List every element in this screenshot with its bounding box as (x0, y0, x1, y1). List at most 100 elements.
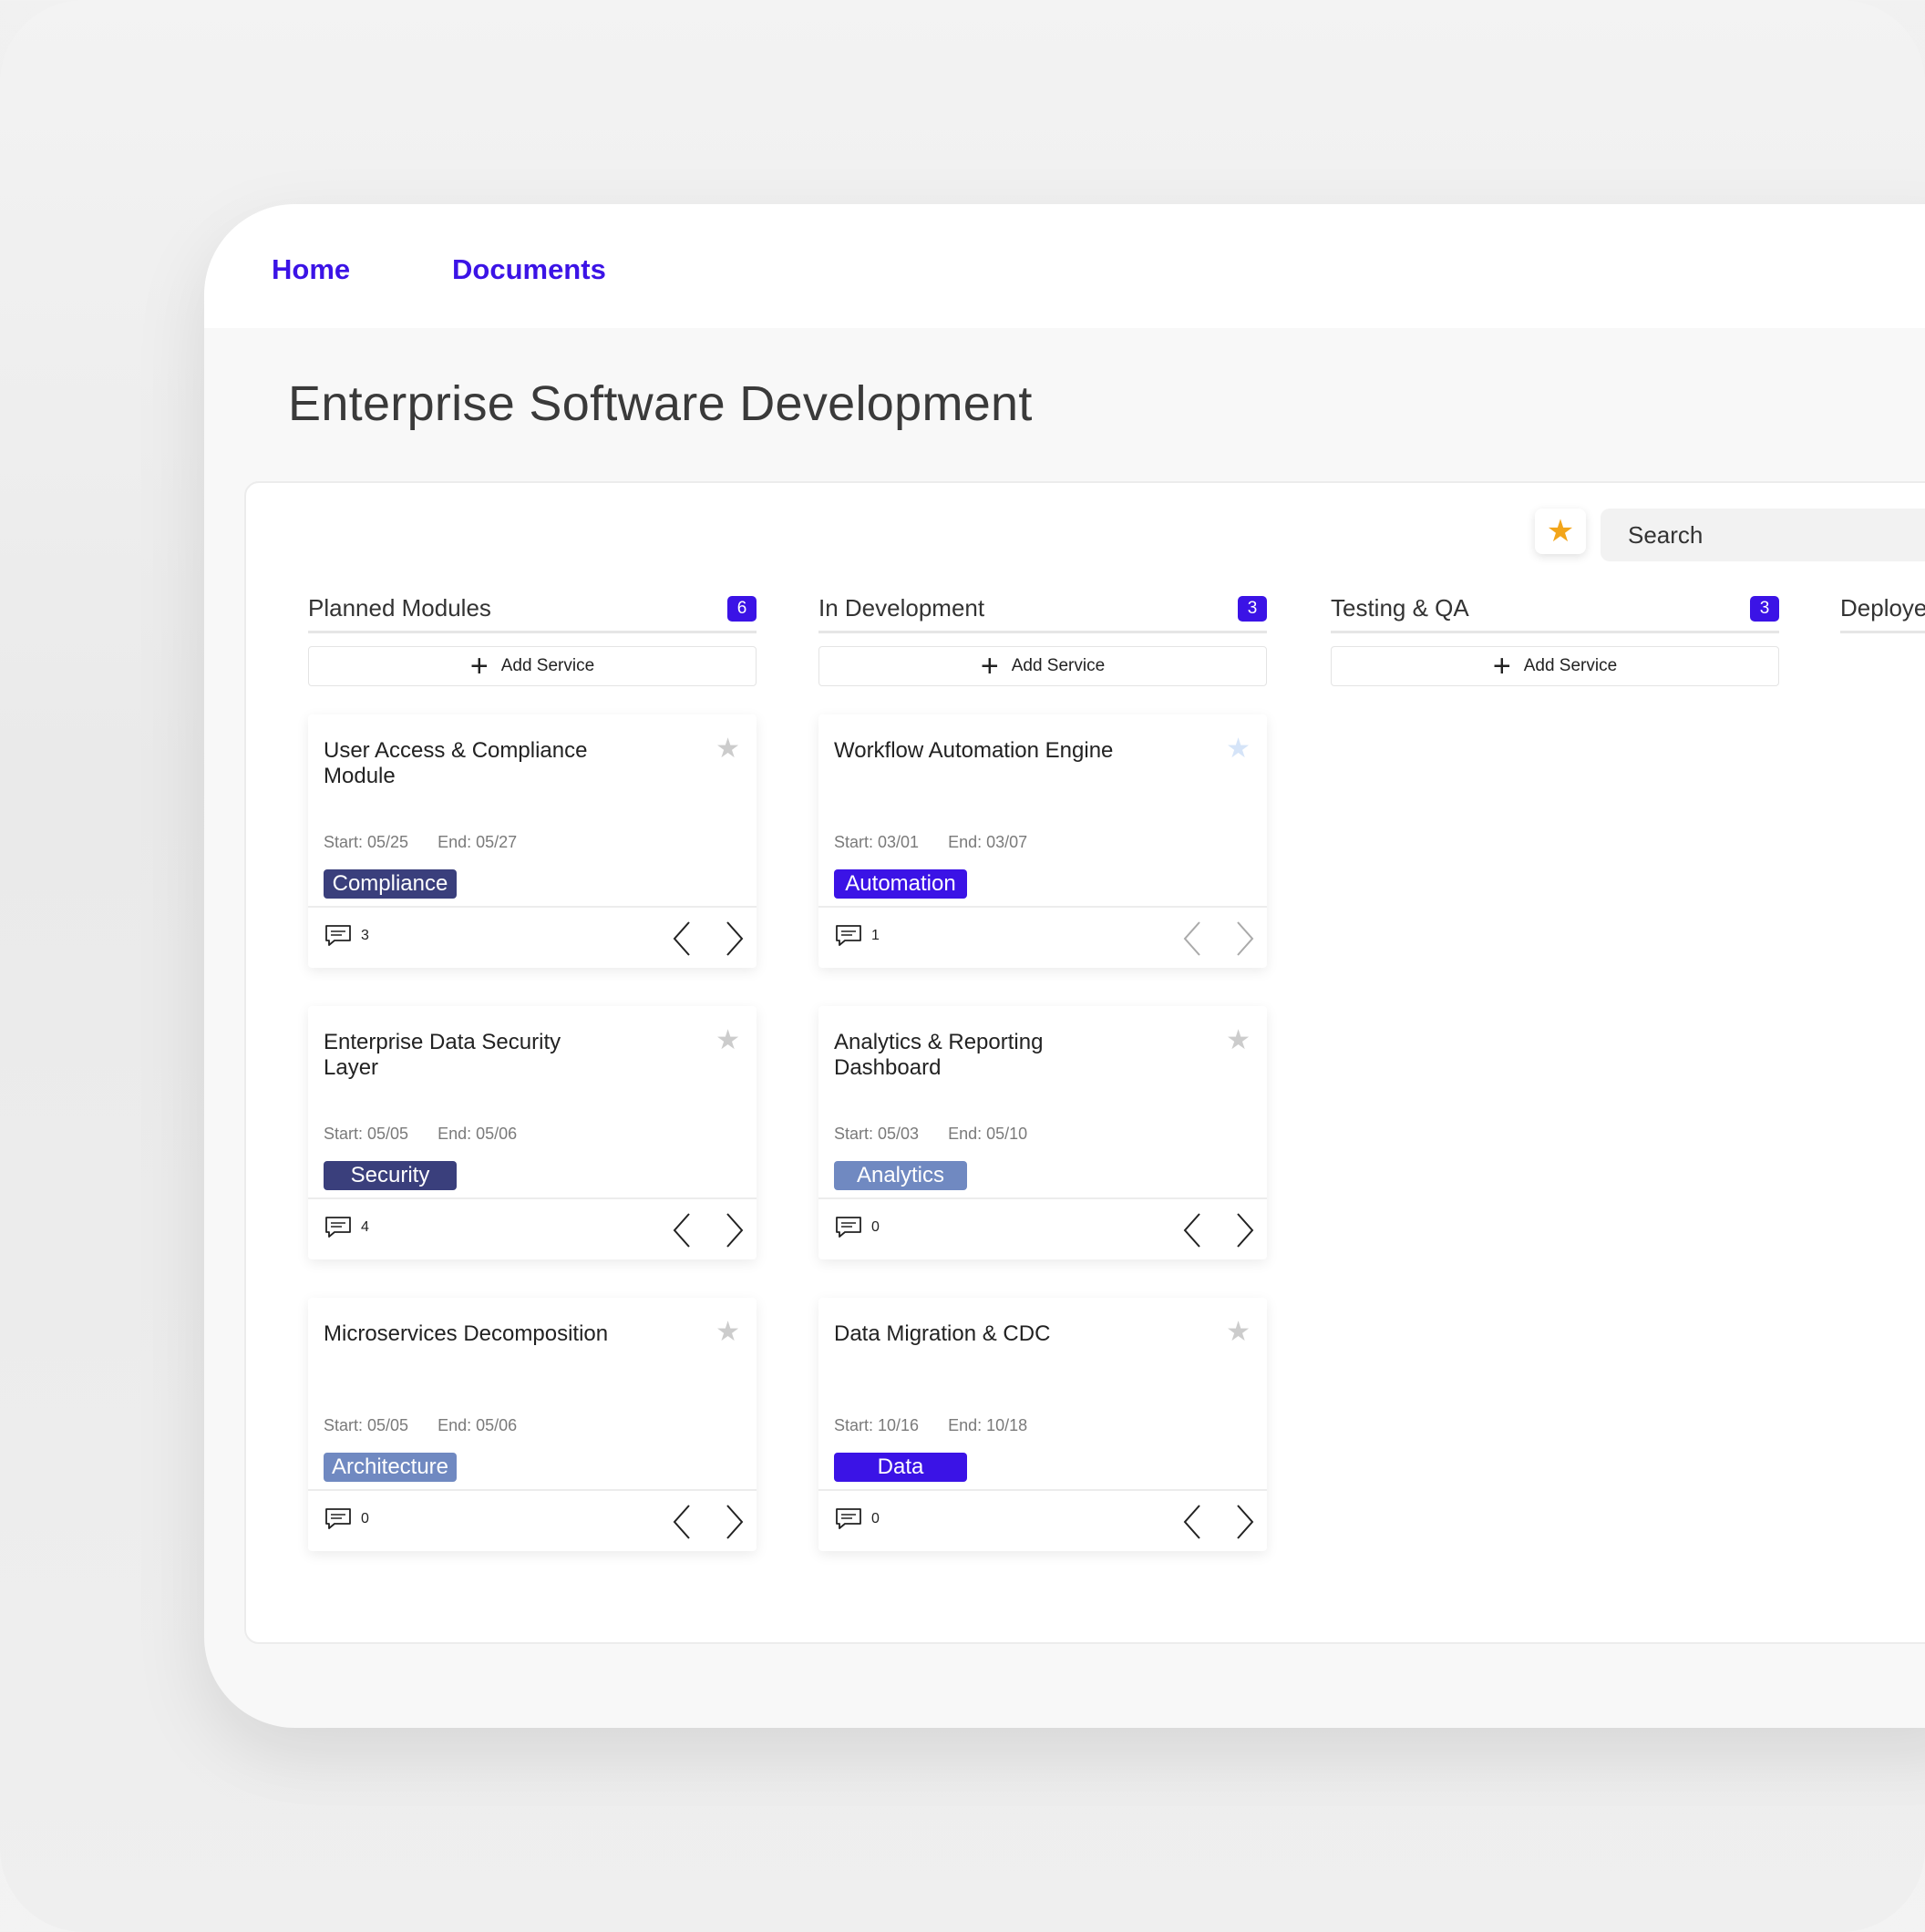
add-service-button[interactable]: + Add Service (308, 646, 757, 686)
column-deployed: Deploye (1840, 585, 1925, 633)
comments-indicator[interactable]: 0 (324, 1507, 369, 1531)
add-service-button[interactable]: + Add Service (818, 646, 1267, 686)
column-header: Deploye (1840, 585, 1925, 633)
move-right-chevron-icon[interactable] (1234, 920, 1256, 957)
column-title: Deploye (1840, 594, 1925, 622)
add-service-label: Add Service (1523, 656, 1618, 675)
move-right-chevron-icon[interactable] (724, 1212, 746, 1249)
add-service-button[interactable]: + Add Service (1331, 646, 1779, 686)
end-date: End: 05/10 (948, 1125, 1028, 1143)
move-right-chevron-icon[interactable] (1234, 1212, 1256, 1249)
comments-indicator[interactable]: 3 (324, 924, 369, 948)
move-left-chevron-icon[interactable] (671, 1212, 693, 1249)
comment-icon (836, 1508, 861, 1529)
category-tag: Automation (834, 869, 967, 899)
card-dates: Start: 05/03 End: 05/10 (834, 1125, 1027, 1144)
favorites-filter-button[interactable]: ★ (1535, 509, 1586, 554)
card-dates: Start: 03/01 End: 03/07 (834, 833, 1027, 852)
start-date: Start: 05/05 (324, 1416, 409, 1434)
card-dates: Start: 10/16 End: 10/18 (834, 1416, 1027, 1435)
top-navigation: Home Documents (204, 204, 1925, 328)
column-planned-modules: Planned Modules 6 + Add Service User Acc… (308, 585, 757, 1551)
column-count-badge: 3 (1750, 596, 1779, 622)
page-title: Enterprise Software Development (288, 376, 1033, 431)
card-footer: 0 (818, 1197, 1267, 1259)
comment-count: 3 (361, 928, 369, 943)
star-icon[interactable]: ★ (1226, 1024, 1251, 1056)
comment-icon (836, 925, 861, 946)
comment-count: 0 (871, 1219, 880, 1235)
card-dates: Start: 05/05 End: 05/06 (324, 1416, 517, 1435)
move-right-chevron-icon[interactable] (724, 1504, 746, 1540)
column-header: In Development 3 (818, 585, 1267, 633)
search-box[interactable] (1601, 509, 1925, 561)
task-card[interactable]: Microservices Decomposition ★ Start: 05/… (308, 1298, 757, 1551)
task-card[interactable]: Workflow Automation Engine ★ Start: 03/0… (818, 714, 1267, 968)
column-title: In Development (818, 594, 985, 622)
comments-indicator[interactable]: 0 (835, 1507, 880, 1531)
nav-link-home[interactable]: Home (272, 253, 350, 286)
kanban-board: ★ Planned Modules 6 + Add Service User A… (244, 481, 1925, 1644)
star-icon[interactable]: ★ (1226, 1316, 1251, 1348)
star-icon: ★ (1546, 514, 1575, 549)
comment-icon (325, 1217, 351, 1238)
star-icon[interactable]: ★ (715, 733, 740, 765)
card-dates: Start: 05/05 End: 05/06 (324, 1125, 517, 1144)
nav-link-documents[interactable]: Documents (452, 253, 606, 286)
end-date: End: 05/06 (438, 1416, 518, 1434)
start-date: Start: 05/05 (324, 1125, 409, 1143)
add-service-label: Add Service (1011, 656, 1106, 675)
plus-icon: + (469, 649, 489, 683)
search-input[interactable] (1626, 519, 1925, 550)
task-card[interactable]: Data Migration & CDC ★ Start: 10/16 End: … (818, 1298, 1267, 1551)
end-date: End: 05/27 (438, 833, 518, 851)
end-date: End: 10/18 (948, 1416, 1028, 1434)
task-card[interactable]: Enterprise Data Security Layer ★ Start: … (308, 1006, 757, 1259)
start-date: Start: 05/03 (834, 1125, 920, 1143)
move-left-chevron-icon[interactable] (671, 1504, 693, 1540)
end-date: End: 05/06 (438, 1125, 518, 1143)
move-left-chevron-icon[interactable] (1181, 1504, 1203, 1540)
move-left-chevron-icon[interactable] (1181, 1212, 1203, 1249)
task-card[interactable]: User Access & Compliance Module ★ Start:… (308, 714, 757, 968)
card-dates: Start: 05/25 End: 05/27 (324, 833, 517, 852)
card-footer: 4 (308, 1197, 757, 1259)
comment-count: 0 (361, 1511, 369, 1526)
comments-indicator[interactable]: 1 (835, 924, 880, 948)
card-title: Data Migration & CDC (834, 1321, 1051, 1346)
move-left-chevron-icon[interactable] (671, 920, 693, 957)
app-window: Home Documents Enterprise Software Devel… (204, 204, 1925, 1728)
category-tag: Security (324, 1161, 457, 1190)
add-service-label: Add Service (500, 656, 595, 675)
category-tag: Data (834, 1453, 967, 1482)
card-title: Microservices Decomposition (324, 1321, 609, 1346)
move-right-chevron-icon[interactable] (724, 920, 746, 957)
card-title: User Access & Compliance Module (324, 738, 588, 788)
column-count-badge: 6 (727, 596, 757, 622)
comment-count: 0 (871, 1511, 880, 1526)
category-tag: Analytics (834, 1161, 967, 1190)
column-title: Planned Modules (308, 594, 491, 622)
comment-count: 4 (361, 1219, 369, 1235)
move-right-chevron-icon[interactable] (1234, 1504, 1256, 1540)
column-count-badge: 3 (1238, 596, 1267, 622)
comments-indicator[interactable]: 4 (324, 1216, 369, 1239)
column-title: Testing & QA (1331, 594, 1469, 622)
column-header: Testing & QA 3 (1331, 585, 1779, 633)
task-card[interactable]: Analytics & Reporting Dashboard ★ Start:… (818, 1006, 1267, 1259)
star-icon[interactable]: ★ (715, 1024, 740, 1056)
comment-icon (836, 1217, 861, 1238)
comment-icon (325, 925, 351, 946)
comments-indicator[interactable]: 0 (835, 1216, 880, 1239)
plus-icon: + (1492, 649, 1511, 683)
star-icon[interactable]: ★ (1226, 733, 1251, 765)
card-footer: 0 (818, 1489, 1267, 1551)
card-footer: 3 (308, 906, 757, 968)
comment-icon (325, 1508, 351, 1529)
star-icon[interactable]: ★ (715, 1316, 740, 1348)
move-left-chevron-icon[interactable] (1181, 920, 1203, 957)
card-footer: 0 (308, 1489, 757, 1551)
category-tag: Architecture (324, 1453, 457, 1482)
column-testing-qa: Testing & QA 3 + Add Service (1331, 585, 1779, 686)
card-title: Enterprise Data Security Layer (324, 1030, 561, 1080)
